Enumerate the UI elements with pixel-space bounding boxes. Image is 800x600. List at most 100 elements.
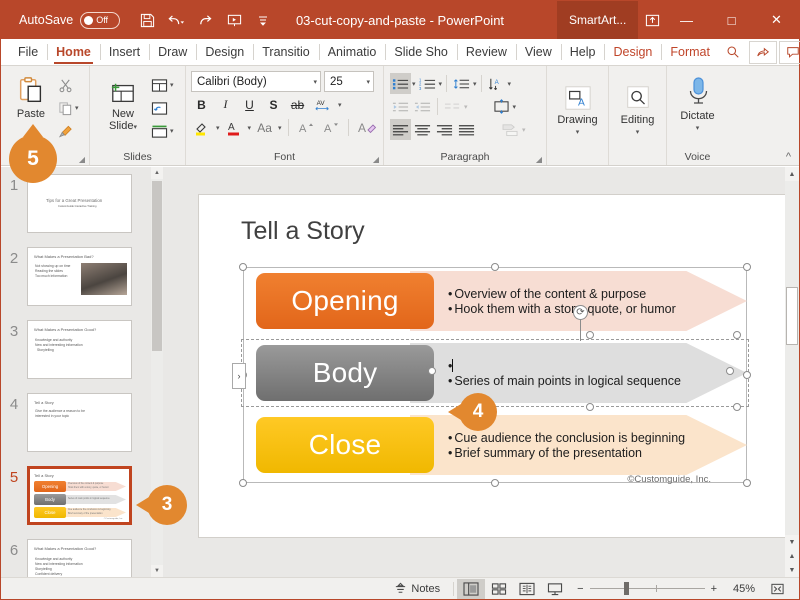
slide-canvas[interactable]: Tell a Story Opening Overview of the con… [199, 195, 789, 537]
smartart-window-tab[interactable]: SmartArt... [557, 1, 639, 39]
slide-thumbnail-1-card[interactable]: Tips for a Great Presentation CustomGuid… [27, 174, 132, 233]
font-family-combo[interactable]: Calibri (Body) ▾ [191, 71, 321, 92]
slide-thumbnail-pane[interactable]: 1 Tips for a Great Presentation CustomGu… [1, 167, 151, 577]
reading-view-button[interactable] [513, 579, 541, 599]
comments-icon[interactable] [778, 40, 800, 64]
numbering-caret-icon[interactable]: ▾ [439, 80, 443, 88]
body-handle-middle-left[interactable] [428, 367, 436, 375]
italic-button[interactable]: I [215, 94, 236, 115]
maximize-button[interactable]: □ [709, 1, 754, 39]
character-spacing-button[interactable]: AV [311, 94, 335, 115]
dictate-caret-icon[interactable]: ▾ [696, 124, 700, 132]
font-color-button[interactable]: A [223, 117, 245, 138]
strikethrough-button[interactable]: ab [287, 94, 308, 115]
tab-review[interactable]: Review [456, 39, 516, 65]
slide-thumbnail-2[interactable]: 2 What Makes a Presentation Bad? Not sho… [1, 240, 151, 313]
body-handle-top-left[interactable] [586, 331, 594, 339]
body-handle-middle-right[interactable] [726, 367, 734, 375]
smartart-row-close[interactable]: Close Cue audience the conclusion is beg… [243, 415, 747, 475]
line-spacing-button[interactable] [451, 73, 472, 94]
thumbnail-scroll-up-icon[interactable]: ▲ [151, 167, 163, 179]
redo-icon[interactable] [192, 8, 218, 32]
slideshow-view-button[interactable] [541, 579, 569, 599]
tab-insert[interactable]: Insert [99, 39, 149, 65]
section-button[interactable]: ▾ [148, 120, 177, 142]
resize-handle-middle-right[interactable] [743, 371, 751, 379]
start-slideshow-icon[interactable] [221, 8, 247, 32]
body-handle-bottom-left[interactable] [586, 403, 594, 411]
new-slide-button[interactable]: New Slide▾ [98, 71, 148, 134]
scroll-up-icon[interactable]: ▲ [785, 167, 799, 181]
smartart-text-pane-toggle[interactable]: › [232, 363, 246, 389]
previous-slide-button[interactable]: ▲ [785, 549, 799, 563]
resize-handle-top-right[interactable] [743, 263, 751, 271]
undo-icon[interactable] [163, 8, 189, 32]
tab-view[interactable]: View [515, 39, 561, 65]
thumbnail-scroll-thumb[interactable] [152, 181, 162, 351]
close-chip[interactable]: Close [256, 417, 434, 473]
tab-file[interactable]: File [9, 39, 47, 65]
slide-thumbnail-5[interactable]: 5 Tell a Story Opening Overview of the c… [1, 459, 151, 532]
drawing-caret-icon[interactable]: ▾ [576, 128, 580, 136]
columns-caret-icon[interactable]: ▾ [464, 103, 468, 111]
tab-draw[interactable]: Draw [149, 39, 196, 65]
resize-handle-bottom-center[interactable] [491, 479, 499, 487]
drawing-button[interactable]: A Drawing ▾ [554, 77, 602, 136]
tab-transitions[interactable]: Transitio [253, 39, 318, 65]
notes-button[interactable]: Notes [384, 578, 450, 600]
layout-caret-icon[interactable]: ▾ [170, 81, 174, 89]
change-case-caret-icon[interactable]: ▾ [278, 124, 282, 132]
bullets-caret-icon[interactable]: ▾ [412, 80, 416, 88]
text-highlight-color-button[interactable] [191, 117, 213, 138]
slide-thumbnail-6[interactable]: 6 What Makes a Presentation Good? Knowle… [1, 532, 151, 577]
font-family-caret-icon[interactable]: ▾ [313, 78, 317, 86]
format-painter-button[interactable] [55, 120, 82, 142]
opening-text[interactable]: Overview of the content & purpose Hook t… [448, 271, 719, 331]
clipboard-dialog-launcher[interactable]: ◢ [79, 155, 85, 164]
text-shadow-button[interactable]: S [263, 94, 284, 115]
slide-thumbnail-4[interactable]: 4 Tell a Story Give the audience a reaso… [1, 386, 151, 459]
text-highlight-caret-icon[interactable]: ▾ [216, 124, 220, 132]
body-handle-top-right[interactable] [733, 331, 741, 339]
slide-thumbnail-5-card[interactable]: Tell a Story Opening Overview of the con… [27, 466, 132, 525]
zoom-slider-knob[interactable] [623, 582, 629, 595]
minimize-button[interactable]: — [664, 1, 709, 39]
font-dialog-launcher[interactable]: ◢ [373, 155, 379, 164]
customize-qat-icon[interactable] [250, 8, 276, 32]
convert-smartart-caret-icon[interactable]: ▾ [522, 126, 526, 134]
copy-caret-icon[interactable]: ▾ [75, 104, 79, 112]
clear-formatting-button[interactable]: A [355, 117, 379, 138]
font-size-combo[interactable]: 25 ▾ [324, 71, 374, 92]
rotation-handle[interactable]: ⟳ [573, 305, 588, 320]
convert-to-smartart-button[interactable] [500, 119, 521, 140]
opening-chip[interactable]: Opening [256, 273, 434, 329]
zoom-percentage[interactable]: 45% [723, 583, 755, 595]
align-center-button[interactable] [412, 119, 433, 140]
character-spacing-caret-icon[interactable]: ▾ [338, 101, 342, 109]
tab-design[interactable]: Design [196, 39, 253, 65]
slide-thumbnail-6-card[interactable]: What Makes a Presentation Good? Knowledg… [27, 539, 132, 577]
underline-button[interactable]: U [239, 94, 260, 115]
slide-title[interactable]: Tell a Story [241, 217, 365, 246]
body-handle-bottom-right[interactable] [733, 403, 741, 411]
next-slide-button[interactable]: ▼ [785, 563, 799, 577]
text-direction-caret-icon[interactable]: ▾ [508, 80, 512, 88]
numbering-button[interactable]: 123 [417, 73, 438, 94]
thumbnail-scroll-down-icon[interactable]: ▼ [151, 565, 163, 577]
bullets-button[interactable] [390, 73, 411, 94]
canvas-scrollbar[interactable]: ▲ ▼ ▲ ▼ [785, 167, 799, 577]
slide-sorter-view-button[interactable] [485, 579, 513, 599]
smartart-graphic[interactable]: Opening Overview of the content & purpos… [232, 263, 751, 487]
increase-font-size-button[interactable]: A [295, 117, 317, 138]
editing-button[interactable]: Editing ▾ [614, 77, 661, 136]
font-size-caret-icon[interactable]: ▾ [366, 78, 370, 86]
slide-thumbnail-3[interactable]: 3 What Makes a Presentation Good? Knowle… [1, 313, 151, 386]
tab-smartart-format[interactable]: Format [661, 39, 719, 65]
resize-handle-top-left[interactable] [239, 263, 247, 271]
zoom-control[interactable]: − + 45% [569, 582, 763, 595]
zoom-out-button[interactable]: − [577, 583, 583, 595]
autosave-toggle[interactable]: Off [80, 11, 121, 29]
tab-slide-show[interactable]: Slide Sho [385, 39, 457, 65]
paragraph-dialog-launcher[interactable]: ◢ [536, 155, 542, 164]
align-left-button[interactable] [390, 119, 411, 140]
